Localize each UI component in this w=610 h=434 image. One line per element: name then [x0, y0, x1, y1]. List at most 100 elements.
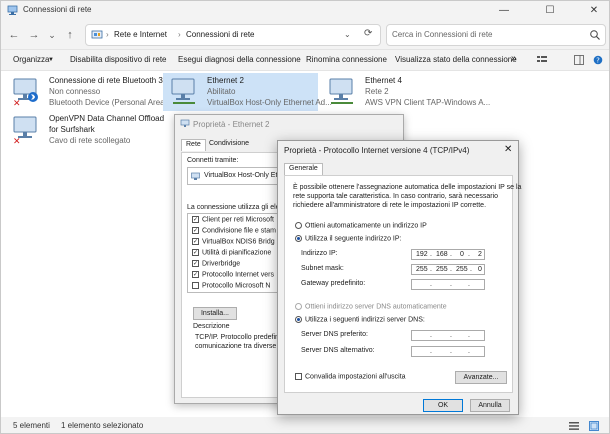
- dns-preferred-label: Server DNS preferito:: [301, 331, 368, 338]
- breadcrumb-connessioni-di-rete[interactable]: Connessioni di rete: [186, 30, 254, 39]
- cancel-button[interactable]: Annulla: [470, 399, 510, 412]
- component-checkbox[interactable]: ✓: [192, 260, 199, 267]
- network-adapter-icon: [180, 119, 190, 129]
- dns-preferred-field[interactable]: ...: [411, 330, 485, 341]
- diagnose-connection-button[interactable]: Esegui diagnosi della connessione: [178, 55, 301, 64]
- description-text: comunicazione tra diverse ret: [195, 343, 287, 350]
- disable-device-button[interactable]: Disabilita dispositivo di rete: [70, 55, 167, 64]
- dns-alternate-field[interactable]: ...: [411, 346, 485, 357]
- component-checkbox[interactable]: ✓: [192, 216, 199, 223]
- validate-option[interactable]: Convalida impostazioni all'uscita: [295, 373, 406, 380]
- maximize-button[interactable]: ☐: [535, 1, 565, 21]
- gateway-field[interactable]: ...: [411, 279, 485, 290]
- tab-condivisione[interactable]: Condivisione: [205, 139, 253, 151]
- auto-ip-radio[interactable]: [295, 222, 302, 229]
- ethernet-icon: [327, 77, 357, 107]
- subnet-mask-field[interactable]: 255. 255. 255. 0: [411, 264, 485, 275]
- gateway-label: Gateway predefinito:: [301, 280, 366, 287]
- connection-ethernet-4[interactable]: Ethernet 4 Rete 2 AWS VPN Client TAP-Win…: [321, 73, 490, 111]
- more-commands-button[interactable]: »: [511, 53, 517, 64]
- component-item[interactable]: ✓ Protocollo Internet vers: [192, 271, 278, 282]
- ok-button[interactable]: OK: [423, 399, 463, 412]
- minimize-button[interactable]: —: [489, 1, 519, 21]
- navigation-bar: ← → ⌄ ↑ › Rete e Internet › Connessioni …: [1, 22, 609, 48]
- components-list[interactable]: ✓ Client per reti Microsoft ✓ Condivisione…: [187, 213, 281, 293]
- validate-checkbox[interactable]: [295, 373, 302, 380]
- breadcrumb-separator: ›: [106, 30, 109, 39]
- connection-name: Ethernet 2: [207, 76, 244, 85]
- details-pane-icon[interactable]: [574, 55, 584, 65]
- forward-button[interactable]: →: [25, 26, 43, 44]
- close-icon[interactable]: ✕: [504, 144, 512, 155]
- connection-device: Bluetooth Device (Personal Area ...: [49, 98, 174, 107]
- description-label: Descrizione: [193, 323, 230, 330]
- connection-name: Ethernet 4: [365, 76, 402, 85]
- tiles-view-icon[interactable]: [589, 421, 599, 431]
- manual-ip-option[interactable]: Utilizza il seguente indirizzo IP:: [295, 235, 402, 242]
- adapter-field: VirtualBox Host-Only Ethe: [187, 167, 285, 185]
- component-item[interactable]: ✓ VirtualBox NDIS6 Bridg: [192, 238, 278, 249]
- search-input[interactable]: Cerca in Connessioni di rete: [392, 30, 493, 39]
- connection-openvpn[interactable]: ✕ OpenVPN Data Channel Offload for Surfs…: [5, 111, 165, 149]
- component-checkbox[interactable]: [192, 282, 199, 289]
- manual-ip-radio[interactable]: [295, 235, 302, 242]
- component-item[interactable]: ✓ Client per reti Microsoft: [192, 216, 278, 227]
- manual-dns-radio[interactable]: [295, 316, 302, 323]
- intro-text: richiedere all'amministratore di rete le…: [293, 202, 487, 209]
- component-checkbox[interactable]: ✓: [192, 227, 199, 234]
- component-checkbox[interactable]: ✓: [192, 271, 199, 278]
- view-options-icon[interactable]: [537, 55, 549, 65]
- intro-text: È possibile ottenere l'assegnazione auto…: [293, 184, 522, 191]
- organize-menu[interactable]: Organizza: [13, 55, 49, 64]
- item-count: 5 elementi: [13, 421, 50, 430]
- connection-bluetooth[interactable]: ✕ Connessione di rete Bluetooth 3 Non co…: [5, 73, 174, 111]
- svg-text:✕: ✕: [13, 137, 21, 145]
- window-title: Connessioni di rete: [23, 5, 92, 14]
- up-button[interactable]: ↑: [61, 26, 79, 44]
- breadcrumb-rete-e-internet[interactable]: Rete e Internet: [114, 30, 167, 39]
- properties-title: Proprietà - Ethernet 2: [193, 120, 270, 129]
- close-button[interactable]: ✕: [579, 1, 609, 21]
- subnet-mask-label: Subnet mask:: [301, 265, 344, 272]
- auto-dns-option[interactable]: Ottieni indirizzo server DNS automaticam…: [295, 303, 447, 310]
- search-box[interactable]: Cerca in Connessioni di rete: [386, 24, 606, 46]
- recent-locations-button[interactable]: ⌄: [43, 26, 61, 44]
- back-button[interactable]: ←: [5, 26, 23, 44]
- advanced-button[interactable]: Avanzate...: [455, 371, 507, 384]
- tab-rete[interactable]: Rete: [181, 139, 206, 151]
- connection-status: Rete 2: [365, 87, 389, 96]
- refresh-button[interactable]: ⟳: [364, 28, 372, 39]
- component-item[interactable]: ✓ Utilità di pianificazione: [192, 249, 278, 260]
- connection-device: VirtualBox Host-Only Ethernet Ad...: [207, 98, 332, 107]
- connection-status: Abilitato: [207, 87, 236, 96]
- component-checkbox[interactable]: ✓: [192, 238, 199, 245]
- rename-connection-button[interactable]: Rinomina connessione: [306, 55, 387, 64]
- connection-name: OpenVPN Data Channel Offload: [49, 114, 165, 123]
- ip-address-field[interactable]: 192. 168. 0. 2: [411, 249, 485, 260]
- component-item[interactable]: ✓ Condivisione file e stam: [192, 227, 278, 238]
- connection-device: AWS VPN Client TAP-Windows A...: [365, 98, 491, 107]
- components-label: La connessione utilizza gli eleme: [187, 204, 290, 211]
- tab-generale[interactable]: Generale: [284, 163, 323, 175]
- install-button[interactable]: Installa...: [193, 307, 237, 320]
- network-connections-icon: [7, 5, 18, 16]
- component-item[interactable]: Protocollo Microsoft N: [192, 282, 278, 293]
- search-icon: [589, 29, 601, 41]
- help-icon[interactable]: ?: [593, 55, 603, 65]
- view-status-button[interactable]: Visualizza stato della connessione: [395, 55, 517, 64]
- auto-ip-option[interactable]: Ottieni automaticamente un indirizzo IP: [295, 222, 427, 229]
- address-bar[interactable]: › Rete e Internet › Connessioni di rete …: [85, 24, 381, 46]
- svg-text:?: ?: [596, 57, 600, 65]
- manual-dns-option[interactable]: Utilizza i seguenti indirizzi server DNS…: [295, 316, 425, 323]
- component-checkbox[interactable]: ✓: [192, 249, 199, 256]
- status-bar: 5 elementi 1 elemento selezionato: [1, 418, 609, 434]
- component-item[interactable]: ✓ Driverbridge: [192, 260, 278, 271]
- dns-alternate-label: Server DNS alternativo:: [301, 347, 375, 354]
- selected-count: 1 elemento selezionato: [61, 421, 144, 430]
- connection-ethernet-2[interactable]: Ethernet 2 Abilitato VirtualBox Host-Onl…: [163, 73, 332, 111]
- address-dropdown-button[interactable]: ⌄: [344, 30, 351, 39]
- auto-dns-radio[interactable]: [295, 303, 302, 310]
- intro-text: rete supporta tale caratteristica. In ca…: [293, 193, 499, 200]
- ipv4-dialog-title: Proprietà - Protocollo Internet versione…: [284, 146, 470, 155]
- details-view-icon[interactable]: [569, 421, 579, 431]
